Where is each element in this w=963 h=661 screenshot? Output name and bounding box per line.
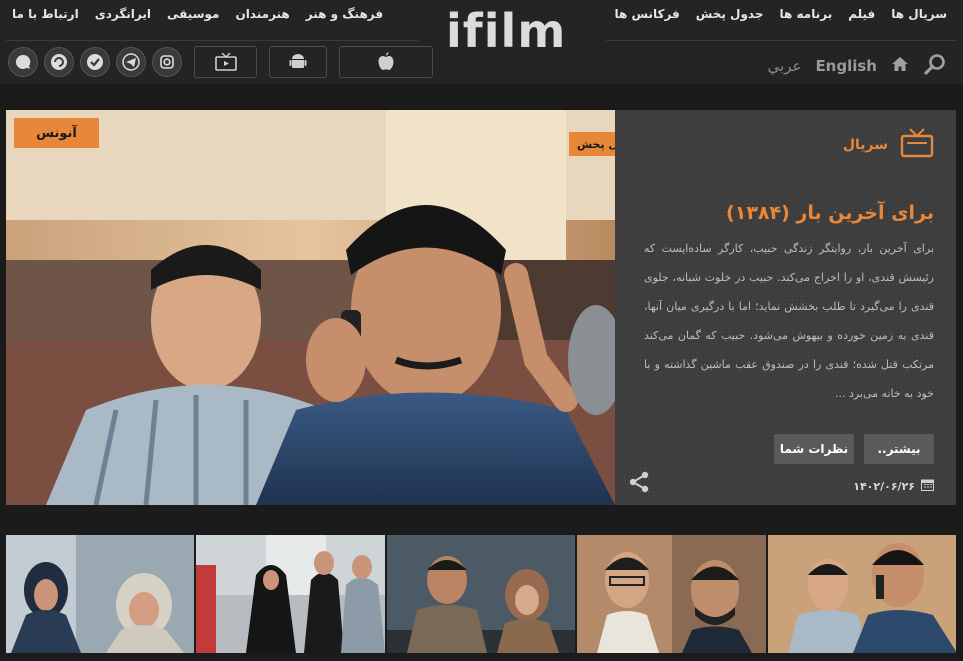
date-label: ۱۴۰۲/۰۶/۲۶ bbox=[853, 479, 915, 493]
category-header[interactable]: سریال bbox=[843, 128, 934, 162]
category-label: سریال bbox=[842, 137, 888, 153]
divider bbox=[6, 40, 418, 41]
nav-iran-tourism[interactable]: ایرانگردی bbox=[95, 7, 151, 21]
divider bbox=[606, 40, 956, 41]
thumbnail-2[interactable] bbox=[196, 535, 385, 653]
home-icon[interactable] bbox=[891, 56, 909, 76]
ifilm-chat-icon[interactable] bbox=[8, 47, 38, 77]
tv-app-icon[interactable] bbox=[194, 46, 257, 78]
eitaa-icon[interactable] bbox=[44, 47, 74, 77]
featured-hero: آنونس درحال پخش سریال برای آخرین بار (۱۳… bbox=[6, 110, 956, 505]
nav-series[interactable]: سریال ها bbox=[891, 7, 947, 21]
more-button[interactable]: بیشتر.. bbox=[864, 434, 934, 464]
nav-artists[interactable]: هنرمندان bbox=[235, 7, 289, 21]
thumbnail-5[interactable] bbox=[767, 535, 956, 653]
nav-film[interactable]: فیلم bbox=[848, 7, 875, 21]
comments-button[interactable]: نظرات شما bbox=[774, 434, 854, 464]
main-nav-left: فرهنگ و هنر هنرمندان موسیقی ایرانگردی ار… bbox=[12, 7, 383, 21]
share-icon[interactable] bbox=[627, 470, 651, 498]
social-links bbox=[8, 46, 433, 78]
now-playing-label: درحال پخش bbox=[576, 137, 615, 151]
nav-contact[interactable]: ارتباط با ما bbox=[12, 7, 79, 21]
nav-music[interactable]: موسیقی bbox=[167, 7, 219, 21]
episode-thumbnails bbox=[6, 535, 956, 653]
nav-culture-art[interactable]: فرهنگ و هنر bbox=[306, 7, 383, 21]
lang-arabic-link[interactable]: عربي bbox=[768, 57, 802, 75]
main-nav-right: سریال ها فیلم برنامه ها جدول پخش فرکانس … bbox=[614, 7, 947, 21]
thumbnail-1[interactable] bbox=[6, 535, 195, 653]
telegram-icon[interactable] bbox=[116, 47, 146, 77]
apple-icon[interactable] bbox=[339, 46, 433, 78]
language-bar: English عربي bbox=[768, 52, 947, 80]
search-icon[interactable] bbox=[923, 52, 947, 80]
nav-schedule[interactable]: جدول پخش bbox=[696, 7, 764, 21]
featured-title[interactable]: برای آخرین بار (۱۳۸۴) bbox=[726, 202, 934, 224]
thumbnail-3[interactable] bbox=[386, 535, 576, 653]
featured-still-image[interactable]: آنونس درحال پخش bbox=[6, 110, 615, 505]
calendar-icon bbox=[921, 478, 934, 494]
now-playing-badge[interactable]: درحال پخش bbox=[569, 132, 615, 156]
lang-english-link[interactable]: English bbox=[815, 57, 877, 75]
announce-badge[interactable]: آنونس bbox=[14, 118, 99, 148]
nav-programs[interactable]: برنامه ها bbox=[780, 7, 833, 21]
thumbnail-4[interactable] bbox=[577, 535, 766, 653]
instagram-icon[interactable] bbox=[152, 47, 182, 77]
tv-icon bbox=[900, 128, 934, 162]
featured-info-panel: سریال برای آخرین بار (۱۳۸۴) برای آخرین ب… bbox=[615, 110, 956, 505]
site-logo[interactable]: ifilm bbox=[446, 4, 566, 58]
publish-date: ۱۴۰۲/۰۶/۲۶ bbox=[853, 478, 934, 494]
android-icon[interactable] bbox=[269, 46, 327, 78]
featured-description: برای آخرین بار، روایتگر زندگی حبیب، کارگ… bbox=[644, 242, 934, 400]
nav-frequencies[interactable]: فرکانس ها bbox=[614, 7, 679, 21]
check-app-icon[interactable] bbox=[80, 47, 110, 77]
site-header: سریال ها فیلم برنامه ها جدول پخش فرکانس … bbox=[0, 0, 963, 84]
